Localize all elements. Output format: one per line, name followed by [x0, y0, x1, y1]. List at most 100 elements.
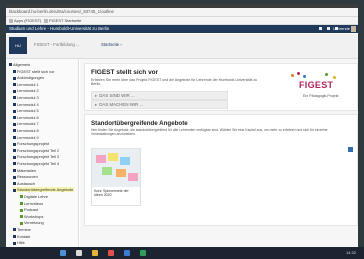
sidebar-item[interactable]: Ankündigungen	[13, 75, 74, 80]
site-title[interactable]: Studium und Lehre - Humboldt-Universität…	[9, 26, 109, 31]
page-icon	[13, 241, 16, 245]
sticky-note	[128, 173, 138, 181]
sidebar-item-label: Ressourcen	[17, 174, 38, 180]
sidebar-item[interactable]: Lernmodul 9	[13, 135, 74, 140]
sidebar-item[interactable]: Lernmodul 1	[13, 82, 74, 87]
sidebar-item[interactable]: Forschungsprojekt Teil 4	[13, 161, 74, 166]
sidebar-item-label: Termine	[17, 227, 31, 232]
app-icon[interactable]	[140, 250, 146, 256]
browser-icon[interactable]	[108, 250, 114, 256]
course-navigation: Allgemein FIGEST stellt sich vor Ankündigu…	[6, 59, 79, 251]
mail-icon[interactable]	[319, 27, 322, 30]
sidebar-item[interactable]: Forschungsprojekt Teil 3	[13, 154, 74, 159]
sidebar-item-label: Lernmodul 1	[17, 81, 39, 87]
sidebar-item[interactable]: Termine	[13, 227, 74, 232]
sidebar-item[interactable]: Vernetzung	[20, 220, 74, 225]
chevron-right-icon: ▸	[95, 93, 98, 98]
sidebar-item[interactable]: Ressourcen	[13, 174, 74, 179]
page-icon	[13, 103, 16, 107]
bookmark-icon	[9, 18, 13, 23]
page-icon	[13, 228, 16, 232]
sidebar-item[interactable]: Lernmodul 2	[13, 88, 74, 93]
avatar[interactable]	[351, 26, 356, 32]
sidebar-item[interactable]: Podcast	[20, 207, 74, 212]
page-icon	[13, 109, 16, 113]
sidebar-item-label: Lernmodul 3	[17, 95, 39, 100]
url-text[interactable]: blackboard.hu-berlin.de/ultra/courses/_9…	[9, 9, 114, 14]
page-icon	[13, 83, 16, 87]
sidebar-item[interactable]: Lernmodul 7	[13, 121, 74, 126]
mail-icon[interactable]	[124, 250, 130, 256]
logo-dot	[291, 74, 294, 77]
page-icon	[13, 149, 16, 153]
page-icon	[13, 142, 16, 146]
sticky-note	[120, 157, 130, 165]
tile-caption: Kurs: Spinnennetz der Ideen 2020	[94, 189, 129, 198]
page-icon	[13, 175, 16, 179]
sidebar-item[interactable]: Hilfe	[13, 240, 74, 245]
logo-dot	[325, 73, 328, 76]
figest-wordmark: FIGEST	[299, 80, 334, 90]
search-icon[interactable]	[76, 250, 82, 256]
user-name[interactable]: Lehrende	[333, 26, 350, 31]
accordion-das-sind-wir[interactable]: ▸ DAS SIND WIR ...	[91, 91, 228, 100]
page-icon	[13, 129, 16, 133]
sticky-note	[108, 153, 118, 161]
sidebar-item-label: Lernmodul 2	[17, 88, 39, 94]
offers-card: Standortübergreifende Angebote Hier find…	[84, 114, 358, 226]
sidebar-item[interactable]: Lernmodul 8	[13, 128, 74, 133]
sidebar-item[interactable]: Digitale Lehre	[20, 194, 74, 199]
bell-icon[interactable]	[327, 27, 330, 30]
accordion-das-machen-wir[interactable]: ▸ DAS MACHEN WIR ...	[91, 100, 228, 109]
sidebar-item[interactable]: Standortübergreifende Angebote	[13, 187, 74, 193]
start-icon[interactable]	[60, 250, 66, 256]
page-icon	[20, 195, 23, 199]
intro-description: Erfahren Sie mehr über das Projekt FIGES…	[91, 78, 258, 87]
page-icon	[13, 122, 16, 126]
sidebar-item[interactable]: Allgemein	[9, 62, 74, 67]
offers-title: Standortübergreifende Angebote	[91, 120, 188, 127]
breadcrumb[interactable]: Startseite ›	[101, 42, 122, 47]
chevron-right-icon: ▸	[95, 102, 98, 107]
sidebar-item-label: Lernmodul 6	[17, 114, 39, 120]
page-icon	[20, 215, 23, 219]
sidebar-item-label: Standortübergreifende Angebote	[17, 187, 74, 193]
folder-icon[interactable]	[92, 250, 98, 256]
sidebar-item[interactable]: Forschungsprojekt	[13, 141, 74, 146]
clock: 14:32	[345, 250, 356, 255]
page-icon	[20, 202, 23, 206]
sidebar-item-label: Materialien	[17, 167, 37, 173]
offers-description: Hier finden Sie Angebote, die standortüb…	[91, 128, 328, 136]
bookmark-apps[interactable]: Apps (FIGEST)	[9, 18, 41, 23]
tile-image	[92, 149, 140, 187]
sidebar-item[interactable]: FIGEST stellt sich vor	[13, 69, 74, 74]
sidebar-item[interactable]: Workshops	[20, 214, 74, 219]
offer-tile[interactable]: Kurs: Spinnennetz der Ideen 2020	[91, 148, 141, 206]
screen: blackboard.hu-berlin.de/ultra/courses/_9…	[6, 4, 358, 251]
sidebar-item-label: Kontakt	[17, 233, 31, 239]
page-icon	[13, 116, 16, 120]
address-bar[interactable]: blackboard.hu-berlin.de/ultra/courses/_9…	[6, 8, 358, 17]
page-icon	[13, 89, 16, 93]
bookmark-figest[interactable]: FIGEST Startseite	[44, 18, 81, 23]
sidebar-item-label: Vernetzung	[24, 220, 44, 226]
bookmark-icon	[44, 18, 48, 23]
sidebar-item[interactable]: Lernmodul 3	[13, 95, 74, 100]
sidebar-item[interactable]: Austausch	[13, 181, 74, 186]
course-logo[interactable]: HU	[9, 37, 27, 54]
sidebar-item-label: Lernmodul 8	[17, 128, 39, 133]
sidebar-item[interactable]: Forschungsprojekt Teil 2	[13, 148, 74, 153]
sidebar-item-label: Forschungsprojekt	[17, 141, 50, 147]
sidebar-item[interactable]: Lernmodul 4	[13, 102, 74, 107]
sidebar-item[interactable]: Lernmodul 6	[13, 115, 74, 120]
page-icon	[13, 235, 16, 239]
course-header: HU FIGEST - Fortbildung ... Startseite ›	[6, 34, 358, 59]
sidebar-item[interactable]: Lernmodul 5	[13, 108, 74, 113]
sidebar-item[interactable]: Lernvideos	[20, 201, 74, 206]
sidebar-item-label: Digitale Lehre	[24, 194, 49, 199]
sidebar-item[interactable]: Materialien	[13, 168, 74, 173]
page-icon	[13, 188, 16, 192]
page-icon	[20, 221, 23, 225]
gear-icon[interactable]	[348, 147, 353, 152]
sidebar-item[interactable]: Kontakt	[13, 234, 74, 239]
